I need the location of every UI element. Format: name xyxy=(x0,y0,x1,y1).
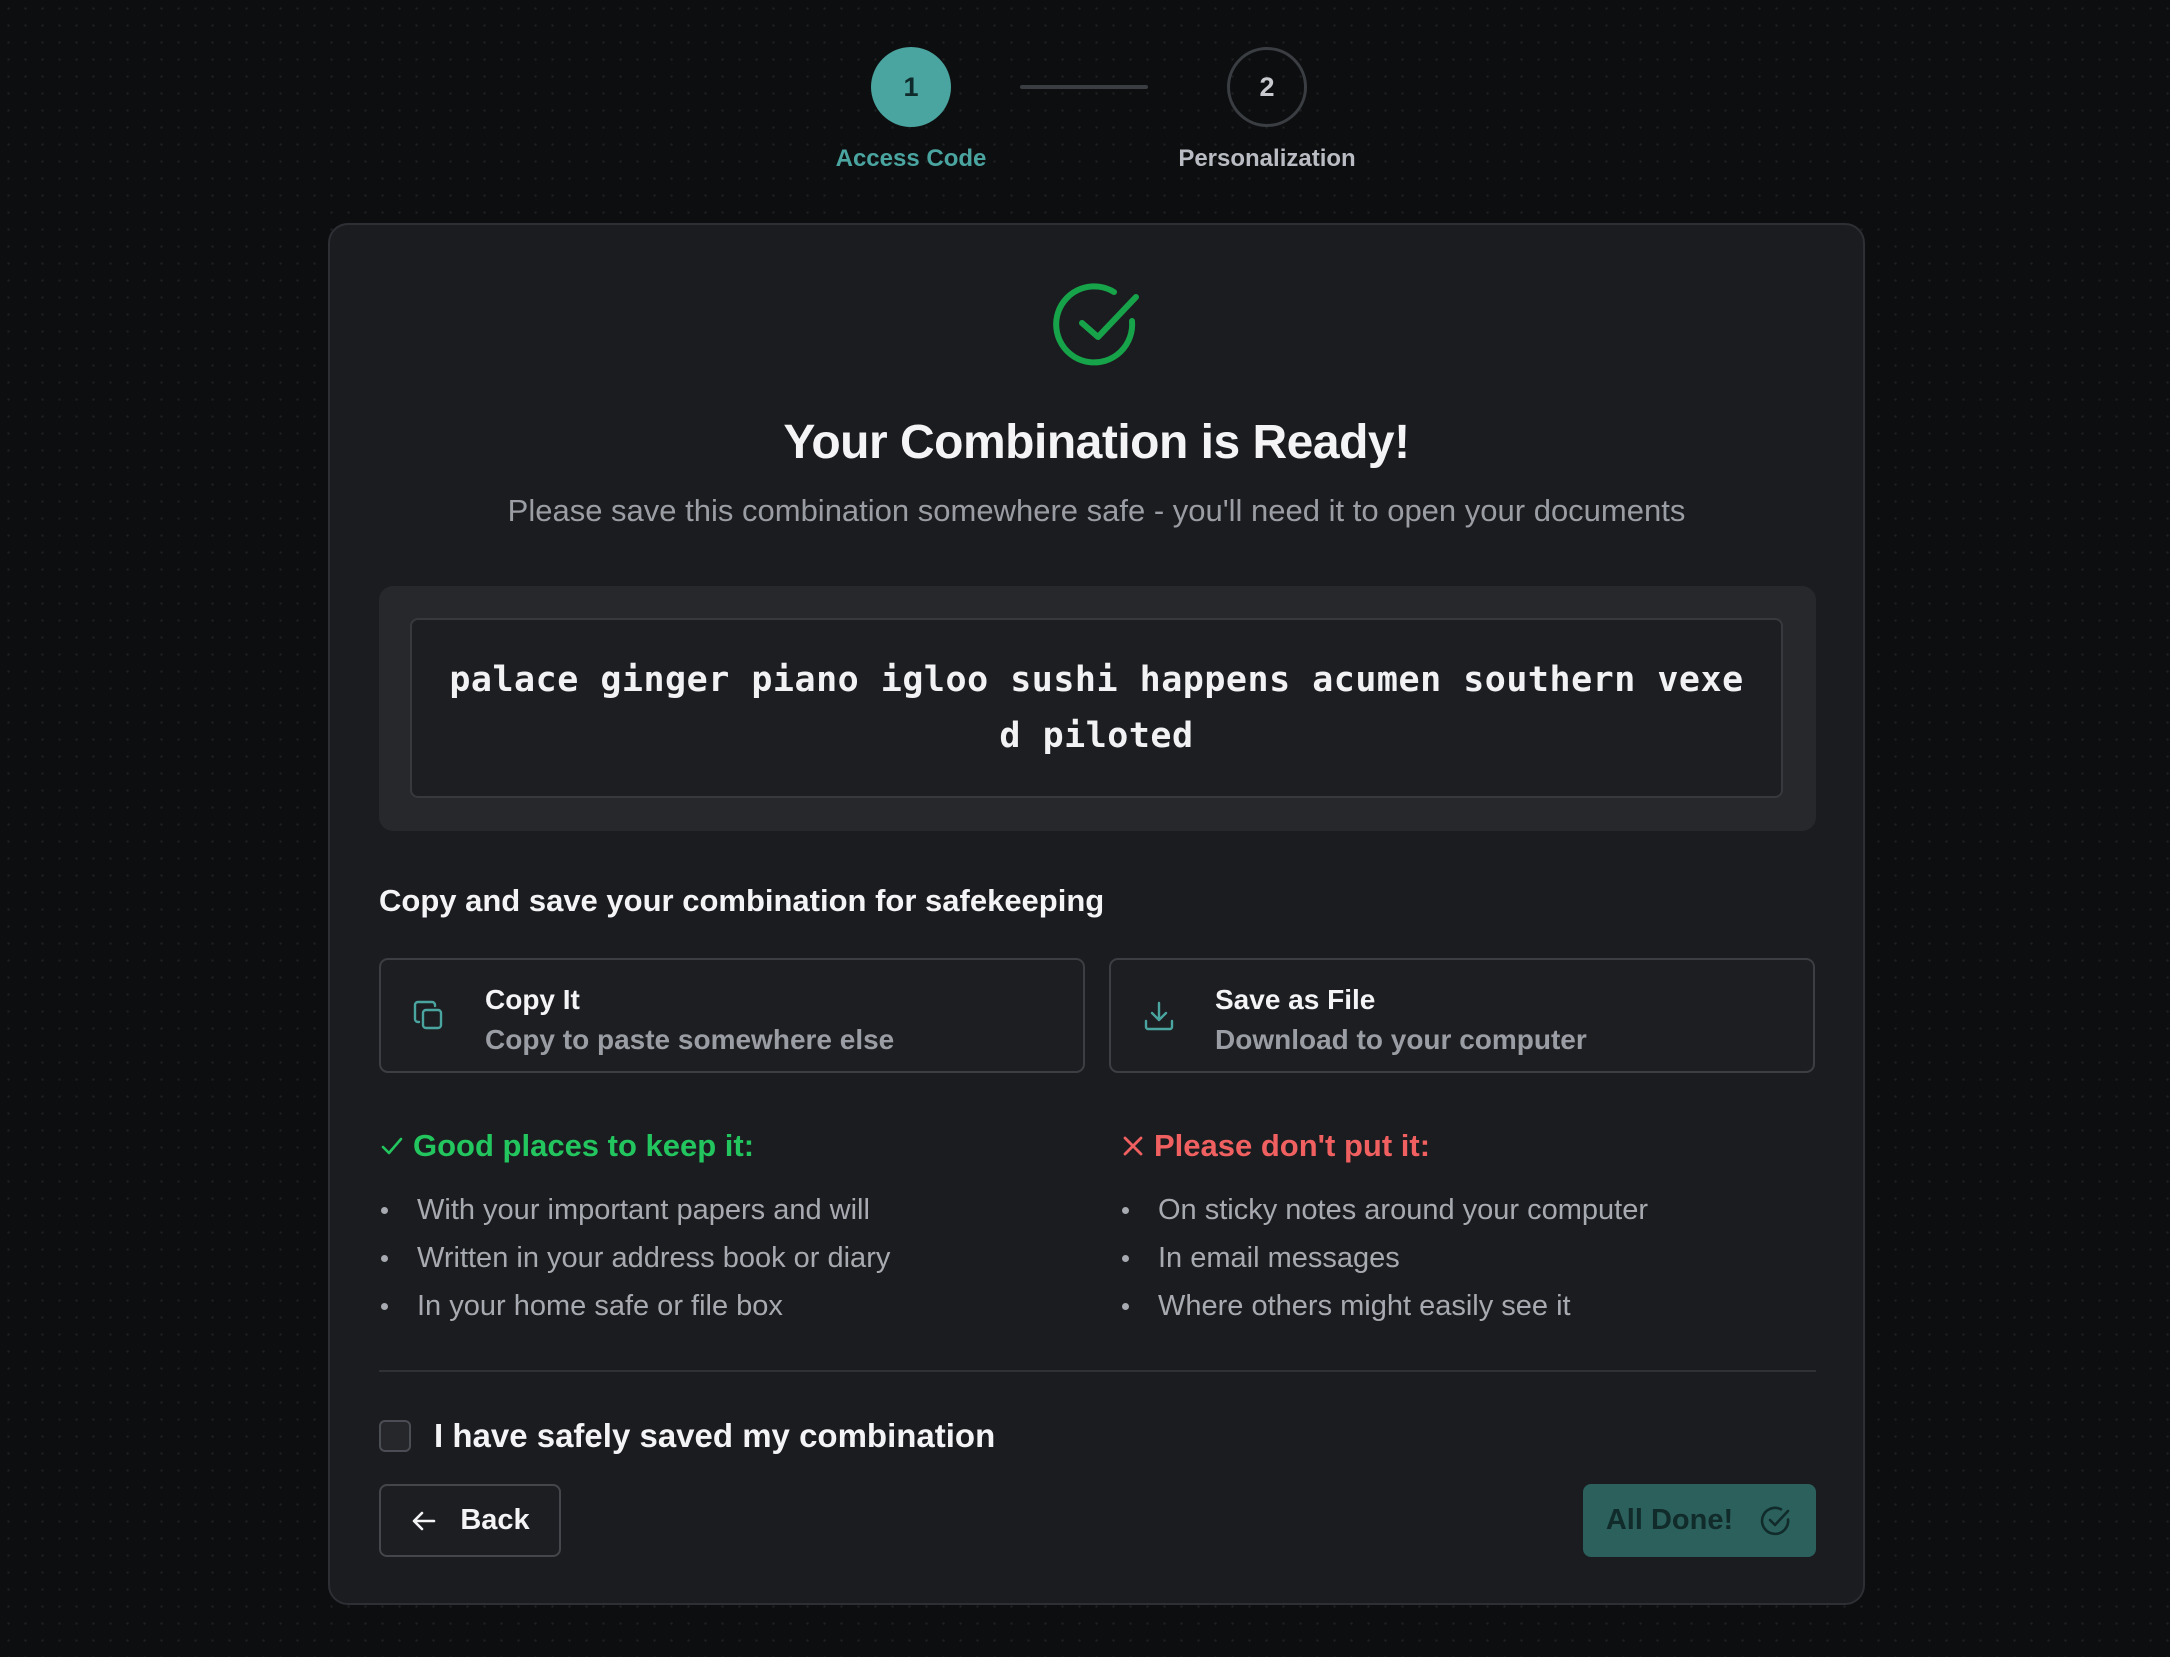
list-item: In your home safe or file box xyxy=(379,1282,1059,1330)
save-file-button-title: Save as File xyxy=(1215,984,1376,1015)
list-item: On sticky notes around your computer xyxy=(1120,1186,1800,1234)
copy-button-description: Copy to paste somewhere else xyxy=(485,1024,895,1055)
step-access-code: 1 Access Code xyxy=(781,47,1041,173)
arrow-left-icon xyxy=(413,1511,436,1530)
download-icon xyxy=(1144,1001,1174,1031)
step-number: 2 xyxy=(1227,47,1307,127)
good-places-section: Good places to keep it: With your import… xyxy=(379,1128,1059,1330)
copy-button[interactable]: Copy It Copy to paste somewhere else xyxy=(379,958,1085,1073)
step-label: Personalization xyxy=(1178,145,1356,172)
all-done-button[interactable]: All Done! xyxy=(1583,1484,1816,1557)
list-item: Where others might easily see it xyxy=(1120,1282,1800,1330)
all-done-button-label: All Done! xyxy=(1605,1504,1734,1536)
copy-button-title: Copy It xyxy=(485,984,580,1015)
back-button[interactable]: Back xyxy=(379,1484,561,1557)
good-places-list: With your important papers and will Writ… xyxy=(379,1186,1059,1330)
divider xyxy=(379,1370,1816,1372)
bad-places-list: On sticky notes around your computer In … xyxy=(1120,1186,1800,1330)
list-item: Written in your address book or diary xyxy=(379,1234,1059,1282)
check-circle-icon xyxy=(1053,283,1139,366)
confirmation-label: I have safely saved my combination xyxy=(434,1417,996,1454)
combination-box: palace ginger piano igloo sushi happens … xyxy=(410,618,1783,798)
save-file-button[interactable]: Save as File Download to your computer xyxy=(1109,958,1815,1073)
checkmark-icon xyxy=(381,1137,403,1155)
step-number: 1 xyxy=(871,47,951,127)
list-item: In email messages xyxy=(1120,1234,1800,1282)
stepper: 1 Access Code 2 Personalization xyxy=(0,47,2170,187)
save-file-button-description: Download to your computer xyxy=(1215,1024,1587,1055)
check-circle-icon xyxy=(1760,1506,1790,1535)
back-button-label: Back xyxy=(460,1504,530,1536)
good-places-heading-text: Good places to keep it: xyxy=(413,1128,755,1163)
good-places-heading: Good places to keep it: xyxy=(379,1128,1059,1164)
page-subtitle: Please save this combination somewhere s… xyxy=(507,493,1686,528)
save-heading: Copy and save your combination for safek… xyxy=(379,883,1105,918)
bad-places-heading-text: Please don't put it: xyxy=(1154,1128,1431,1163)
x-icon xyxy=(1123,1136,1143,1156)
confirmation-checkbox[interactable] xyxy=(379,1420,411,1452)
combination-card: Your Combination is Ready! Please save t… xyxy=(328,223,1865,1605)
bad-places-heading: Please don't put it: xyxy=(1120,1128,1800,1164)
step-connector xyxy=(1020,85,1148,89)
bad-places-section: Please don't put it: On sticky notes aro… xyxy=(1120,1128,1800,1330)
combination-panel: palace ginger piano igloo sushi happens … xyxy=(379,586,1816,831)
page-title: Your Combination is Ready! xyxy=(783,416,1410,469)
step-personalization: 2 Personalization xyxy=(1137,47,1397,173)
confirmation-checkbox-row[interactable]: I have safely saved my combination xyxy=(379,1417,995,1455)
combination-text: palace ginger piano igloo sushi happens … xyxy=(449,660,1744,756)
step-label: Access Code xyxy=(835,145,987,172)
list-item: With your important papers and will xyxy=(379,1186,1059,1234)
copy-icon xyxy=(413,1000,443,1030)
